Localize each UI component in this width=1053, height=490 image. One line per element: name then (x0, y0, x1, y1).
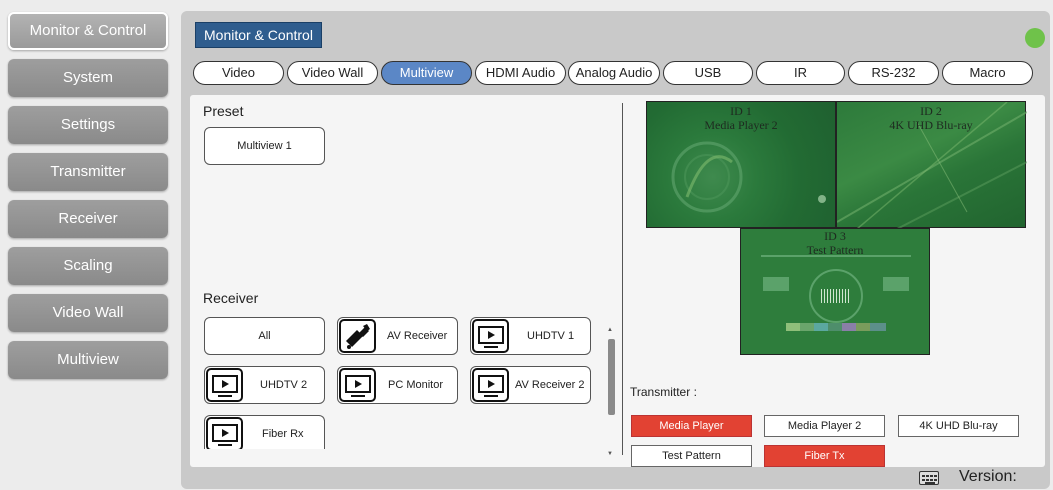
tx-media-player-button[interactable]: Media Player (631, 415, 752, 437)
receiver-fiber-rx-button[interactable]: Fiber Rx (204, 415, 325, 449)
receiver-all-button[interactable]: All (204, 317, 325, 355)
scroll-thumb[interactable] (608, 339, 615, 415)
preview-source: Media Player 2 (704, 118, 778, 132)
receiver-icon (339, 319, 376, 353)
button-label: AV Receiver 2 (515, 379, 585, 391)
sidebar-item-system[interactable]: System (8, 59, 168, 97)
receiver-uhdtv-1-button[interactable]: UHDTV 1 (470, 317, 591, 355)
button-label: PC Monitor (388, 379, 444, 391)
tab-usb[interactable]: USB (663, 61, 753, 85)
preview-window-3[interactable]: ID 3 Test Pattern (740, 228, 930, 355)
preview-window-1[interactable]: ID 1 Media Player 2 (646, 101, 836, 228)
page-title: Monitor & Control (195, 22, 322, 48)
tv-icon (472, 368, 509, 402)
receiver-av-receiver-2-button[interactable]: AV Receiver 2 (470, 366, 591, 404)
tx-test-pattern-button[interactable]: Test Pattern (631, 445, 752, 467)
sidebar: Monitor & Control System Settings Transm… (8, 12, 170, 388)
preview-caption: ID 2 4K UHD Blu-ray (837, 104, 1025, 132)
tv-icon (472, 319, 509, 353)
receiver-pc-monitor-button[interactable]: PC Monitor (337, 366, 458, 404)
preview-source: Test Pattern (806, 243, 864, 257)
sidebar-item-transmitter[interactable]: Transmitter (8, 153, 168, 191)
button-label: AV Receiver (387, 330, 448, 342)
button-label: UHDTV 2 (260, 379, 308, 391)
main-panel: Monitor & Control Video Video Wall Multi… (181, 11, 1050, 489)
button-label: UHDTV 1 (527, 330, 575, 342)
tv-icon (206, 417, 243, 449)
tab-ir[interactable]: IR (756, 61, 845, 85)
tab-video[interactable]: Video (193, 61, 284, 85)
preview-caption: ID 1 Media Player 2 (647, 104, 835, 132)
sidebar-item-receiver[interactable]: Receiver (8, 200, 168, 238)
preview-id: ID 1 (730, 104, 752, 118)
tab-analog-audio[interactable]: Analog Audio (568, 61, 660, 85)
preview-caption: ID 3 Test Pattern (741, 229, 929, 257)
preview-source: 4K UHD Blu-ray (889, 118, 973, 132)
sidebar-item-monitor-control[interactable]: Monitor & Control (8, 12, 168, 50)
tx-fiber-tx-button[interactable]: Fiber Tx (764, 445, 885, 467)
preset-label: Preset (203, 103, 244, 119)
tab-video-wall[interactable]: Video Wall (287, 61, 378, 85)
scroll-up-icon[interactable]: ▲ (607, 327, 613, 333)
scroll-down-icon[interactable]: ▼ (607, 451, 613, 457)
tab-hdmi-audio[interactable]: HDMI Audio (475, 61, 566, 85)
sidebar-item-multiview[interactable]: Multiview (8, 341, 168, 379)
keyboard-icon[interactable] (919, 471, 939, 485)
sidebar-item-settings[interactable]: Settings (8, 106, 168, 144)
tv-icon (339, 368, 376, 402)
tab-rs232[interactable]: RS-232 (848, 61, 939, 85)
tx-media-player-2-button[interactable]: Media Player 2 (764, 415, 885, 437)
receiver-av-receiver-button[interactable]: AV Receiver (337, 317, 458, 355)
panel-divider (622, 103, 623, 455)
version-label: Version: (959, 468, 1017, 485)
status-indicator (1025, 28, 1045, 48)
receiver-label: Receiver (203, 290, 259, 306)
transmitter-label: Transmitter : (630, 385, 697, 399)
receiver-scrollbar[interactable]: ▲ ▼ (607, 327, 616, 459)
preset-multiview-1-button[interactable]: Multiview 1 (204, 127, 325, 165)
app-window: Monitor & Control System Settings Transm… (0, 0, 1053, 490)
button-label: Fiber Rx (262, 428, 304, 440)
tab-macro[interactable]: Macro (942, 61, 1033, 85)
sidebar-item-scaling[interactable]: Scaling (8, 247, 168, 285)
content-area: Preset Multiview 1 Receiver All AV Recei… (190, 95, 1045, 467)
tx-4k-uhd-bluray-button[interactable]: 4K UHD Blu-ray (898, 415, 1019, 437)
preview-id: ID 3 (824, 229, 846, 243)
preview-id: ID 2 (920, 104, 942, 118)
sidebar-item-video-wall[interactable]: Video Wall (8, 294, 168, 332)
receiver-uhdtv-2-button[interactable]: UHDTV 2 (204, 366, 325, 404)
tab-multiview[interactable]: Multiview (381, 61, 472, 85)
tv-icon (206, 368, 243, 402)
preview-window-2[interactable]: ID 2 4K UHD Blu-ray (836, 101, 1027, 229)
